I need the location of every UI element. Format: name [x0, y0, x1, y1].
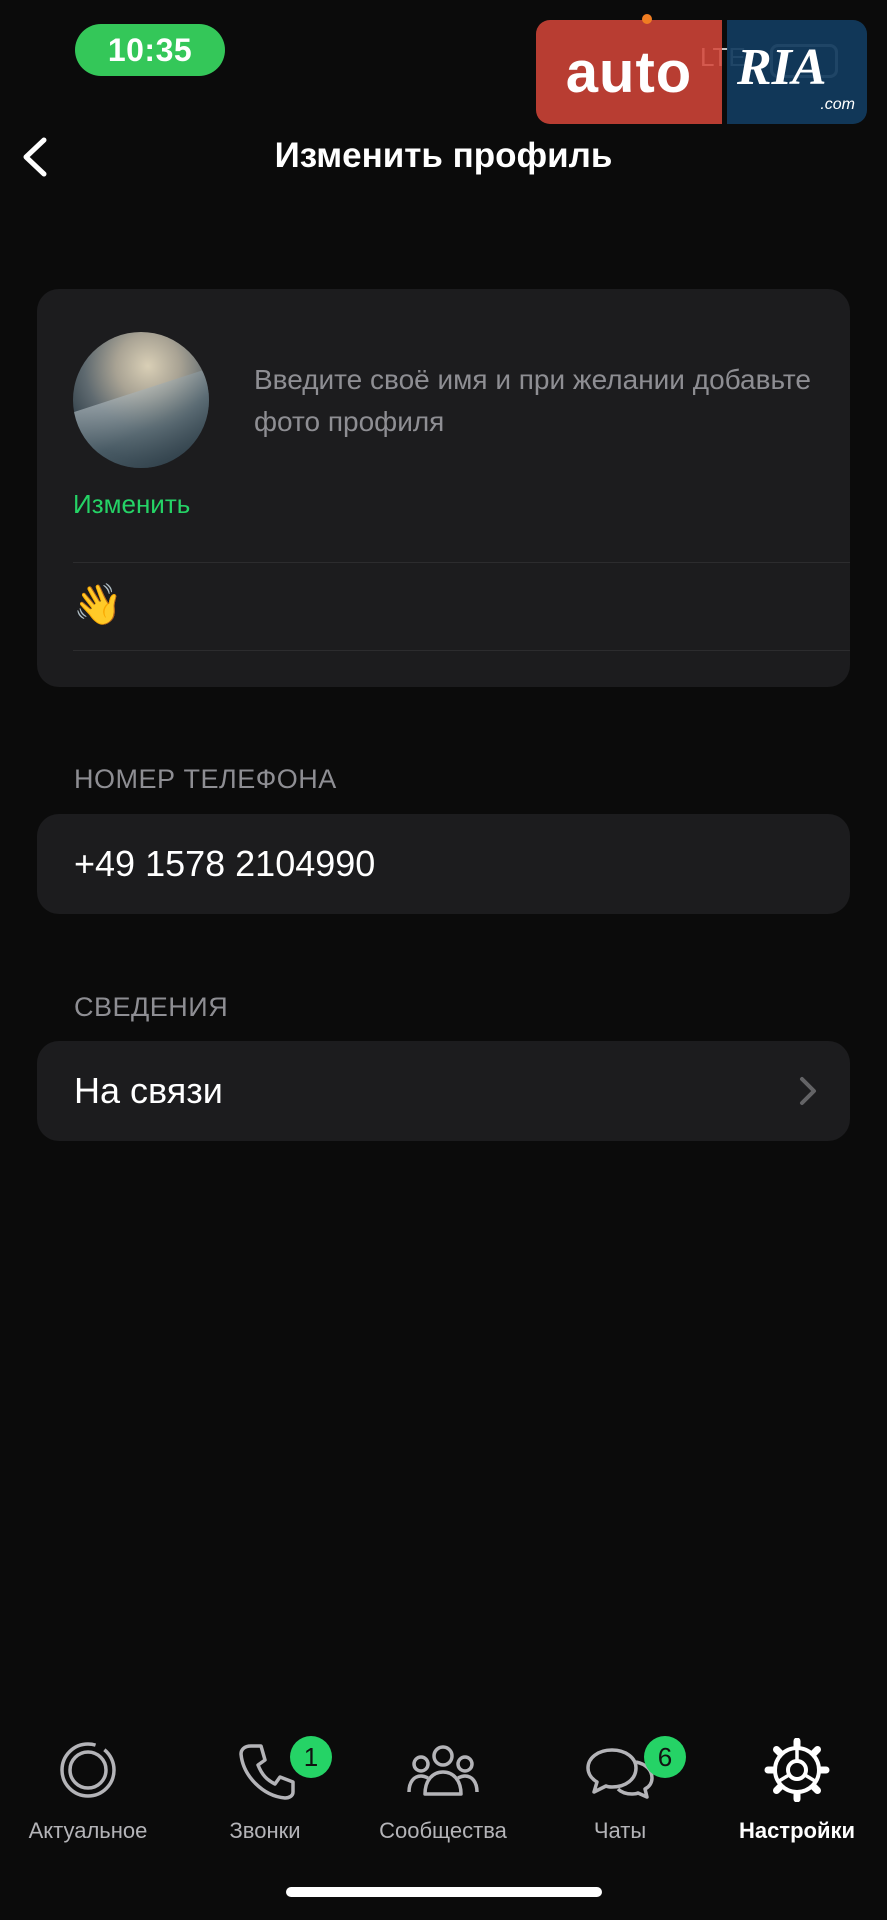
tab-chats[interactable]: 6 Чаты — [535, 1736, 705, 1848]
tab-label: Звонки — [229, 1818, 301, 1843]
communities-icon — [407, 1745, 479, 1796]
about-section-label: СВЕДЕНИЯ — [74, 992, 229, 1022]
status-icon — [60, 1742, 116, 1798]
settings-icon — [764, 1738, 830, 1802]
edit-photo-link[interactable]: Изменить — [73, 489, 190, 520]
page-title: Изменить профиль — [274, 136, 613, 175]
tab-calls[interactable]: 1 Звонки — [180, 1736, 350, 1848]
about-row[interactable]: На связи — [37, 1041, 850, 1141]
tab-settings[interactable]: Настройки — [712, 1738, 882, 1848]
phone-section-label: НОМЕР ТЕЛЕФОНА — [74, 764, 337, 794]
calls-badge: 1 — [290, 1736, 332, 1778]
watermark-domain-text: .com — [820, 96, 855, 113]
profile-card: Введите своё имя и при желании добавьте … — [37, 289, 850, 687]
tab-communities[interactable]: Сообщества — [358, 1738, 528, 1848]
watermark-auto-logo: auto — [536, 20, 722, 124]
about-value: На связи — [74, 1070, 223, 1111]
tab-label: Чаты — [593, 1818, 647, 1843]
watermark-dot — [642, 14, 652, 24]
chats-badge: 6 — [644, 1736, 686, 1778]
watermark-ria-text: RIA — [737, 39, 827, 96]
divider — [73, 650, 850, 651]
phone-icon — [239, 1744, 295, 1800]
divider — [73, 562, 850, 563]
phone-card: +49 1578 2104990 — [37, 814, 850, 914]
name-field[interactable]: 👋 — [73, 579, 123, 631]
tab-updates[interactable]: Актуальное — [3, 1738, 173, 1848]
phone-number: +49 1578 2104990 — [74, 843, 376, 884]
chevron-right-icon — [800, 1077, 816, 1105]
tab-label: Настройки — [738, 1818, 856, 1843]
home-indicator[interactable] — [286, 1887, 602, 1897]
avatar[interactable] — [73, 332, 209, 468]
profile-hint: Введите своё имя и при желании добавьте … — [254, 364, 811, 437]
watermark-ria-logo: RIA .com — [727, 20, 867, 124]
tab-label: Сообщества — [379, 1818, 507, 1843]
status-time: 10:35 — [75, 24, 225, 76]
avatar-photo — [73, 369, 209, 468]
tab-label: Актуальное — [28, 1818, 148, 1843]
